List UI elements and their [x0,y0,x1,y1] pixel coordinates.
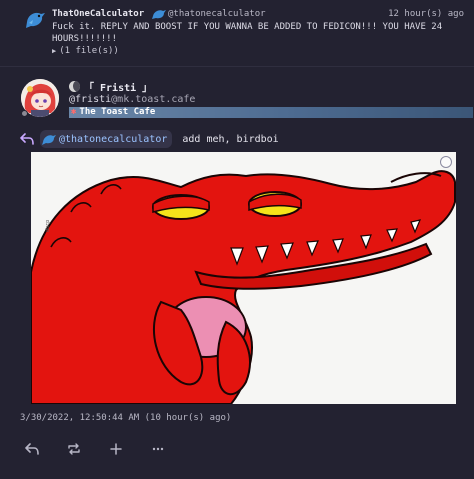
handle-host: @mk.toast.cafe [111,94,196,105]
ellipsis-icon [152,447,164,451]
mention-handle: @thatonecalculator [59,133,168,145]
bird-avatar-icon[interactable] [24,8,46,30]
react-button[interactable] [104,440,128,458]
reply-icon [25,443,39,455]
action-bar [20,440,188,458]
reply-arrow-icon [20,133,34,145]
user-handle[interactable]: @fristi@mk.toast.cafe [69,94,195,105]
svg-text:dbcp: dbcp [45,220,51,232]
image-info-icon[interactable] [440,156,452,168]
post-timestamp[interactable]: 3/30/2022, 12:50:44 AM (10 hour(s) ago) [20,413,231,423]
online-status-dot [21,110,28,117]
triangle-right-icon: ▶ [52,47,57,55]
reply-button[interactable] [20,440,44,458]
handle-user: @fristi [69,94,112,105]
files-toggle-label: (1 file(s)) [59,46,119,56]
divider [0,66,474,67]
mention-chip[interactable]: @thatonecalculator [40,130,173,148]
repeat-icon [68,443,80,455]
quoted-post: ThatOneCalculator @thatonecalculator 12 … [0,0,474,66]
display-name: 「 Fristi 」 [84,83,153,94]
more-button[interactable] [146,440,170,458]
plus-icon [110,443,122,455]
reply-row: @thatonecalculator add meh, birdboi [20,130,279,148]
moon-emoji-icon [69,81,80,92]
instance-ticker[interactable]: ✱ The Toast Cafe [69,107,473,118]
post-text: add meh, birdboi [182,133,279,145]
quoted-relative-time[interactable]: 12 hour(s) ago [388,9,464,19]
boost-button[interactable] [62,440,86,458]
quoted-post-text: Fuck it. REPLY AND BOOST IF YOU WANNA BE… [52,22,443,44]
quoted-author-name[interactable]: ThatOneCalculator [52,9,144,19]
bird-mini-avatar-icon [42,135,56,145]
image-attachment[interactable]: dbcp [31,152,456,404]
alligator-image: dbcp [31,152,456,404]
bird-handle-icon [152,10,166,19]
files-toggle[interactable]: ▶ (1 file(s)) [52,46,119,56]
instance-star-icon: ✱ [71,107,77,117]
instance-name: The Toast Cafe [79,107,156,117]
quoted-author-handle[interactable]: @thatonecalculator [168,9,266,19]
display-name-row[interactable]: 「 Fristi 」 [69,79,152,94]
